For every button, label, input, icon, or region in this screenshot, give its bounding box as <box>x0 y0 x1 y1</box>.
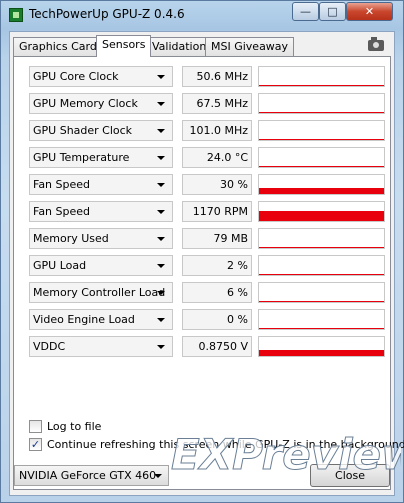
sensor-value: 79 MB <box>182 228 252 249</box>
sensor-graph-fill <box>259 211 384 221</box>
sensor-graph-fill <box>259 350 384 356</box>
sensor-name-select[interactable]: Memory Controller Load <box>29 282 173 303</box>
sensor-graph <box>258 282 385 303</box>
tab-validation[interactable]: Validation <box>146 37 213 56</box>
window-title: TechPowerUp GPU-Z 0.4.6 <box>29 7 185 21</box>
sensor-graph-fill <box>259 247 384 248</box>
log-to-file-label: Log to file <box>47 420 102 433</box>
sensor-row: Video Engine Load 0 % <box>29 309 385 330</box>
tab-msi-giveaway[interactable]: MSI Giveaway <box>205 37 295 56</box>
chevron-down-icon <box>157 237 165 241</box>
sensor-value: 0.8750 V <box>182 336 252 357</box>
sensors-panel: GPU Core Clock 50.6 MHz GPU Memory Clock 67… <box>13 56 404 490</box>
sensor-name-select[interactable]: GPU Temperature <box>29 147 173 168</box>
sensor-value: 0 % <box>182 309 252 330</box>
sensor-name: Memory Controller Load <box>33 286 166 299</box>
sensor-graph <box>258 255 385 276</box>
chevron-down-icon <box>154 474 162 478</box>
sensor-name: Memory Used <box>33 232 109 245</box>
sensor-graph <box>258 336 385 357</box>
sensor-value: 67.5 MHz <box>182 93 252 114</box>
chevron-down-icon <box>157 318 165 322</box>
sensor-value: 6 % <box>182 282 252 303</box>
sensor-name: GPU Load <box>33 259 87 272</box>
chevron-down-icon <box>157 210 165 214</box>
sensor-graph-fill <box>259 85 384 86</box>
sensor-name: GPU Shader Clock <box>33 124 133 137</box>
sensor-name-select[interactable]: Memory Used <box>29 228 173 249</box>
chevron-down-icon <box>157 291 165 295</box>
sensor-graph <box>258 147 385 168</box>
sensor-row: VDDC 0.8750 V <box>29 336 385 357</box>
close-button[interactable]: Close <box>310 464 390 487</box>
sensor-row: Fan Speed 30 % <box>29 174 385 195</box>
client-area: Graphics Card Sensors Validation MSI Giv… <box>9 31 404 496</box>
chevron-down-icon <box>157 102 165 106</box>
sensor-name: Video Engine Load <box>33 313 135 326</box>
title-bar[interactable]: TechPowerUp GPU-Z 0.4.6 — □ ✕ <box>1 1 403 31</box>
minimize-button[interactable]: — <box>292 2 319 21</box>
log-to-file-checkbox[interactable] <box>29 420 42 433</box>
continue-refresh-label: Continue refreshing this screen while GP… <box>47 438 404 451</box>
sensor-graph-fill <box>259 274 384 275</box>
sensor-value: 30 % <box>182 174 252 195</box>
sensor-graph <box>258 201 385 222</box>
camera-icon[interactable] <box>368 37 384 51</box>
close-window-button[interactable]: ✕ <box>346 2 393 21</box>
chevron-down-icon <box>157 264 165 268</box>
sensor-row: Memory Controller Load 6 % <box>29 282 385 303</box>
tab-graphics-card[interactable]: Graphics Card <box>13 37 103 56</box>
sensor-name: Fan Speed <box>33 178 91 191</box>
sensor-name: VDDC <box>33 340 66 353</box>
sensor-value: 101.0 MHz <box>182 120 252 141</box>
sensor-row: Memory Used 79 MB <box>29 228 385 249</box>
sensor-value: 2 % <box>182 255 252 276</box>
sensor-graph <box>258 93 385 114</box>
sensor-graph-fill <box>259 112 384 113</box>
chevron-down-icon <box>157 345 165 349</box>
sensor-name-select[interactable]: GPU Load <box>29 255 173 276</box>
chevron-down-icon <box>157 129 165 133</box>
sensor-name-select[interactable]: Fan Speed <box>29 174 173 195</box>
sensor-value: 24.0 °C <box>182 147 252 168</box>
sensor-name-select[interactable]: GPU Core Clock <box>29 66 173 87</box>
sensor-graph-fill <box>259 166 384 167</box>
sensor-graph <box>258 66 385 87</box>
sensor-name: GPU Memory Clock <box>33 97 138 110</box>
sensor-graph <box>258 120 385 141</box>
chevron-down-icon <box>157 75 165 79</box>
device-select-value: NVIDIA GeForce GTX 460 <box>19 469 157 482</box>
device-select[interactable]: NVIDIA GeForce GTX 460 <box>14 465 169 486</box>
sensor-name-select[interactable]: Video Engine Load <box>29 309 173 330</box>
sensor-name-select[interactable]: VDDC <box>29 336 173 357</box>
sensor-graph-fill <box>259 139 384 140</box>
sensor-row: Fan Speed 1170 RPM <box>29 201 385 222</box>
gpuz-app-icon <box>9 8 23 22</box>
sensor-name: GPU Core Clock <box>33 70 119 83</box>
sensor-row: GPU Load 2 % <box>29 255 385 276</box>
sensor-name-select[interactable]: GPU Memory Clock <box>29 93 173 114</box>
sensor-name: Fan Speed <box>33 205 91 218</box>
sensor-row: GPU Temperature 24.0 °C <box>29 147 385 168</box>
sensor-graph <box>258 309 385 330</box>
sensor-graph <box>258 228 385 249</box>
sensor-name-select[interactable]: GPU Shader Clock <box>29 120 173 141</box>
sensor-graph-fill <box>259 301 384 302</box>
sensor-graph <box>258 174 385 195</box>
sensor-value: 50.6 MHz <box>182 66 252 87</box>
gpuz-window: TechPowerUp GPU-Z 0.4.6 — □ ✕ Graphics C… <box>0 0 404 503</box>
chevron-down-icon <box>157 156 165 160</box>
sensor-graph-fill <box>259 188 384 194</box>
sensor-row: GPU Memory Clock 67.5 MHz <box>29 93 385 114</box>
sensor-row: GPU Core Clock 50.6 MHz <box>29 66 385 87</box>
sensor-name: GPU Temperature <box>33 151 130 164</box>
continue-refresh-checkbox[interactable]: ✓ <box>29 438 42 451</box>
sensor-value: 1170 RPM <box>182 201 252 222</box>
sensor-graph-fill <box>259 328 384 329</box>
sensor-row: GPU Shader Clock 101.0 MHz <box>29 120 385 141</box>
tab-sensors[interactable]: Sensors <box>96 35 152 57</box>
sensor-name-select[interactable]: Fan Speed <box>29 201 173 222</box>
maximize-button[interactable]: □ <box>319 2 346 21</box>
chevron-down-icon <box>157 183 165 187</box>
